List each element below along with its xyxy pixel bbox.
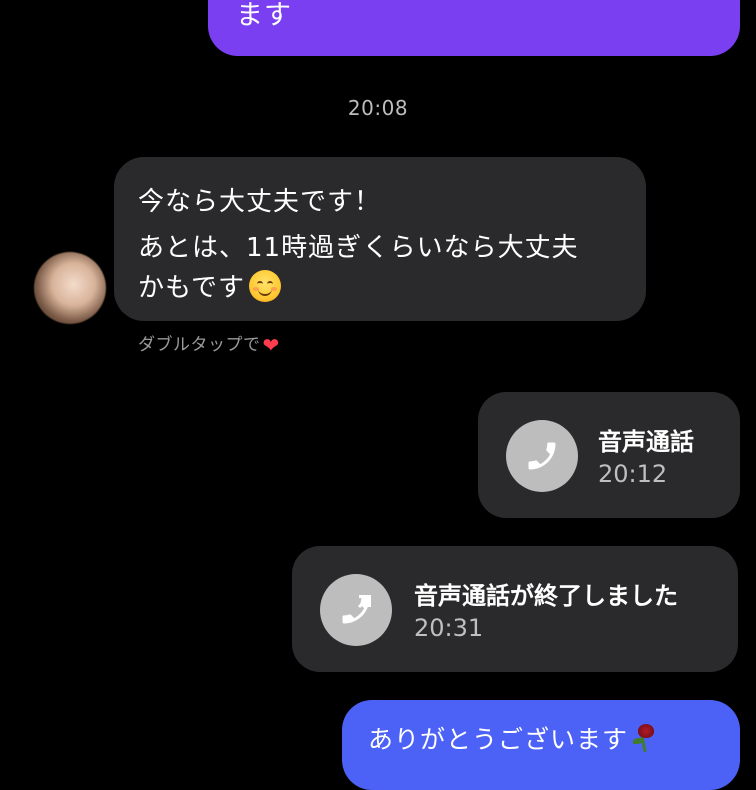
hint-text: ダブルタップで <box>138 335 261 355</box>
outgoing-message-bubble[interactable]: ます <box>208 0 740 56</box>
message-line: あとは、11時過ぎくらいなら大丈夫 <box>138 233 579 263</box>
double-tap-hint: ダブルタップで ❤ <box>138 330 280 357</box>
wilted-rose-icon <box>628 722 658 753</box>
call-time: 20:31 <box>414 614 484 642</box>
incoming-message-bubble[interactable]: 今なら大丈夫です！ あとは、11時過ぎくらいなら大丈夫 かもです <box>114 157 646 321</box>
call-time: 20:12 <box>598 460 668 488</box>
avatar[interactable] <box>34 252 106 324</box>
message-text: ます <box>236 0 292 31</box>
heart-icon: ❤ <box>262 333 280 357</box>
message-text: かもです <box>138 273 245 303</box>
chat-timestamp: 20:08 <box>347 96 409 120</box>
voice-call-bubble[interactable]: 音声通話 20:12 <box>478 392 740 518</box>
message-text: ありがとうございます <box>368 725 629 754</box>
call-title: 音声通話が終了しました <box>414 582 678 610</box>
message-line: ありがとうございます <box>368 720 658 756</box>
voice-call-ended-bubble[interactable]: 音声通話が終了しました 20:31 <box>292 546 738 672</box>
message-line: 今なら大丈夫です！ <box>138 187 382 217</box>
smiling-face-icon <box>248 270 281 302</box>
call-title: 音声通話 <box>598 428 694 456</box>
phone-outgoing-icon <box>320 574 392 646</box>
outgoing-message-bubble[interactable]: ありがとうございます <box>342 700 740 790</box>
phone-icon <box>506 420 578 492</box>
message-line: かもです <box>138 267 281 304</box>
